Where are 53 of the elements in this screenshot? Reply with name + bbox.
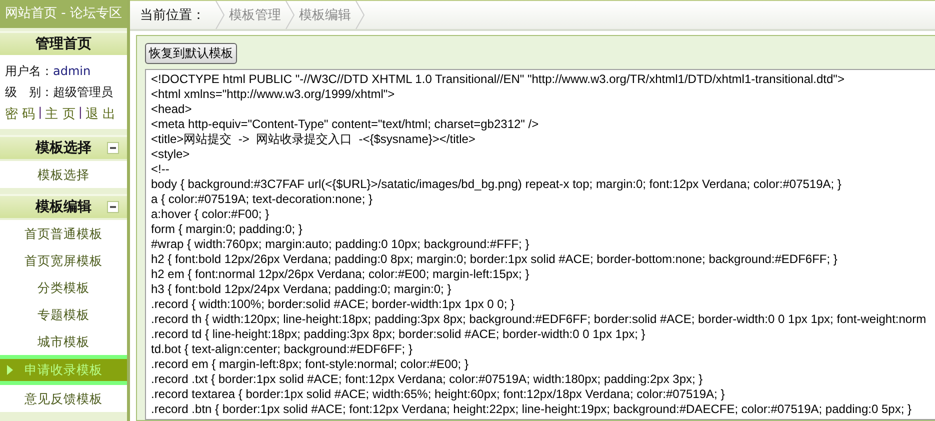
section-header[interactable]: 管理首页 xyxy=(0,31,127,55)
code-line: <!-- xyxy=(151,162,170,177)
code-line: <head> xyxy=(151,102,192,117)
code-line: .record textarea { border:1px solid #ACE; width:65%; height:60px; font:12px/18px Verdana; color:#07519A; } xyxy=(151,387,725,402)
code-line: h3 { font:bold 12px/24px Verdana; padding:0; margin:0; } xyxy=(151,282,452,297)
menu-item[interactable]: 意见反馈模板 xyxy=(0,385,127,412)
code-line: <!DOCTYPE html PUBLIC "-//W3C//DTD XHTML 1.0 Transitional//EN" "http://www.w3.org/TR/xhtml1/DTD/xhtml1-transitional.dtd"> xyxy=(151,72,844,87)
code-line: .record { width:100%; border:solid #ACE; border-width:1px 1px 0 0; } xyxy=(151,297,515,312)
user-link[interactable]: 退 出 xyxy=(85,105,116,123)
menu-item[interactable]: 首页宽屏模板 xyxy=(0,247,127,274)
code-line: <style> xyxy=(151,147,190,162)
triangle-icon xyxy=(7,365,13,375)
user-link[interactable]: 密 码 xyxy=(5,105,36,123)
link-separator: | xyxy=(78,105,82,121)
code-line: .record em { margin-left:8px; font-style:normal; color:#E00; } xyxy=(151,357,468,372)
code-line: a:hover { color:#F00; } xyxy=(151,207,270,222)
section-title: 模板选择 xyxy=(36,140,92,156)
chevron-icon xyxy=(285,1,295,29)
username: admin xyxy=(53,64,91,78)
user-link[interactable]: 主 页 xyxy=(45,105,76,123)
menu-item[interactable]: 模板选择 xyxy=(0,161,127,188)
restore-default-button[interactable]: 恢复到默认模板 xyxy=(145,43,237,64)
code-line: <html xmlns="http://www.w3.org/1999/xhtml"> xyxy=(151,87,395,102)
code-line: .record .txt { border:1px solid #ACE; font:12px Verdana; color:#07519A; width:180px; padding:2px 3px; } xyxy=(151,372,703,387)
collapse-icon[interactable] xyxy=(107,142,119,154)
code-line: td.bot { text-align:center; background:#EDF6FF; } xyxy=(151,342,412,357)
chevron-icon xyxy=(215,1,225,29)
menu-item[interactable]: 首页普通模板 xyxy=(0,220,127,247)
code-line: <title>网站提交 -> 网站收录提交入口 -<{$sysname}></title> xyxy=(151,132,476,147)
menu-item[interactable]: 专题模板 xyxy=(0,301,127,328)
menu-item[interactable]: 城市模板 xyxy=(0,328,127,355)
user-level: 超级管理员 xyxy=(53,85,113,99)
chevron-icon xyxy=(355,1,365,29)
section-header[interactable]: 模板选择 xyxy=(0,135,127,159)
section-header[interactable]: 模板编辑 xyxy=(0,194,127,218)
link-separator: | xyxy=(38,105,42,121)
code-line: body { background:#3C7FAF url(<{$URL}>/satatic/images/bd_bg.png) repeat-x top; margin:0; font:12px Verdana; color:#07519A; } xyxy=(151,177,842,192)
code-line: <meta http-equiv="Content-Type" content="text/html; charset=gb2312" /> xyxy=(151,117,539,132)
field-label: 级 别： xyxy=(5,85,53,99)
breadcrumb-label: 当前位置： xyxy=(140,7,205,24)
code-line: .record td { line-height:18px; padding:3px 8px; border:solid #ACE; border-width:0 0 1px 1px; } xyxy=(151,327,646,342)
code-line: h2 { font:bold 12px/26px Verdana; padding:0 8px; margin:0; border:1px solid #ACE; border-bottom:none; background:#EDF6FF; } xyxy=(151,252,838,267)
code-line: h2 em { font:normal 12px/26px Verdana; color:#E00; margin-left:15px; } xyxy=(151,267,530,282)
code-line: form { margin:0; padding:0; } xyxy=(151,222,302,237)
site-header: 网站首页 - 论坛专区 xyxy=(0,0,127,28)
code-line: a { color:#07519A; text-decoration:none; } xyxy=(151,192,372,207)
field-label: 用户名： xyxy=(5,64,53,78)
collapse-icon[interactable] xyxy=(107,201,119,213)
code-line: #wrap { width:760px; margin:auto; padding:0 10px; background:#FFF; } xyxy=(151,237,530,252)
section-title: 模板编辑 xyxy=(36,199,92,215)
code-line: .record .btn { border:1px solid #ACE; font:12px Verdana; height:22px; line-height:19px; background:#DAECFE; color:#07519A; padding:0 5px; } xyxy=(151,402,912,417)
code-line: .record th { width:120px; line-height:18px; padding:3px 8px; background:#EDF6FF; border:solid #ACE; border-width:0 0 1px 1px; font-weight:norm xyxy=(151,312,926,327)
menu-item[interactable]: 分类模板 xyxy=(0,274,127,301)
